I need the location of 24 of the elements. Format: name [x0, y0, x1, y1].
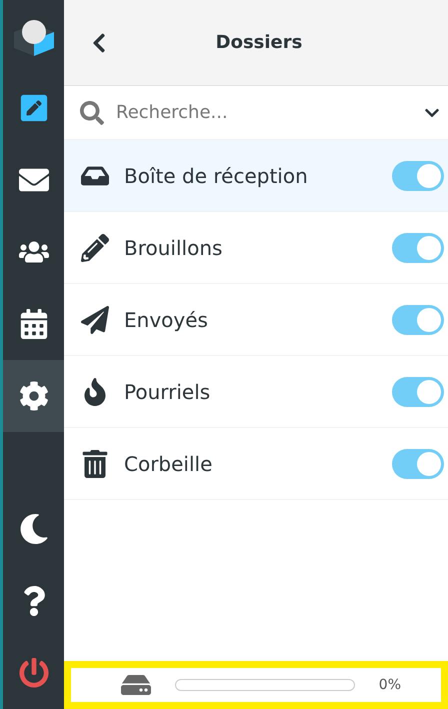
toggle-switch[interactable]: [392, 376, 444, 406]
toggle-switch[interactable]: [392, 304, 444, 334]
search-icon: [80, 100, 104, 124]
power-icon: [18, 658, 48, 688]
folder-name: Boîte de réception: [124, 164, 309, 188]
toggle-switch[interactable]: [392, 232, 444, 262]
paper-plane-icon: [81, 306, 109, 334]
pencil-icon: [81, 234, 109, 262]
folder-name: Envoyés: [124, 308, 209, 332]
folder-row[interactable]: Boîte de réception: [64, 140, 448, 212]
toggle-switch[interactable]: [392, 160, 444, 190]
folder-name: Corbeille: [124, 452, 214, 476]
moon-icon: [18, 514, 48, 544]
quota-percentage: 0%: [378, 677, 401, 693]
search-field[interactable]: Recherche...: [114, 101, 414, 124]
settings-icon: [18, 381, 48, 411]
header-title: Dossiers: [214, 32, 304, 53]
folder-name: Pourriels: [124, 380, 212, 404]
folder-name: Brouillons: [124, 236, 224, 260]
trash-icon: [81, 450, 109, 478]
calendar-icon: [18, 309, 48, 339]
sidebar-item[interactable]: [3, 360, 64, 432]
compose-icon: [18, 93, 48, 123]
toggle-switch[interactable]: [392, 448, 444, 478]
